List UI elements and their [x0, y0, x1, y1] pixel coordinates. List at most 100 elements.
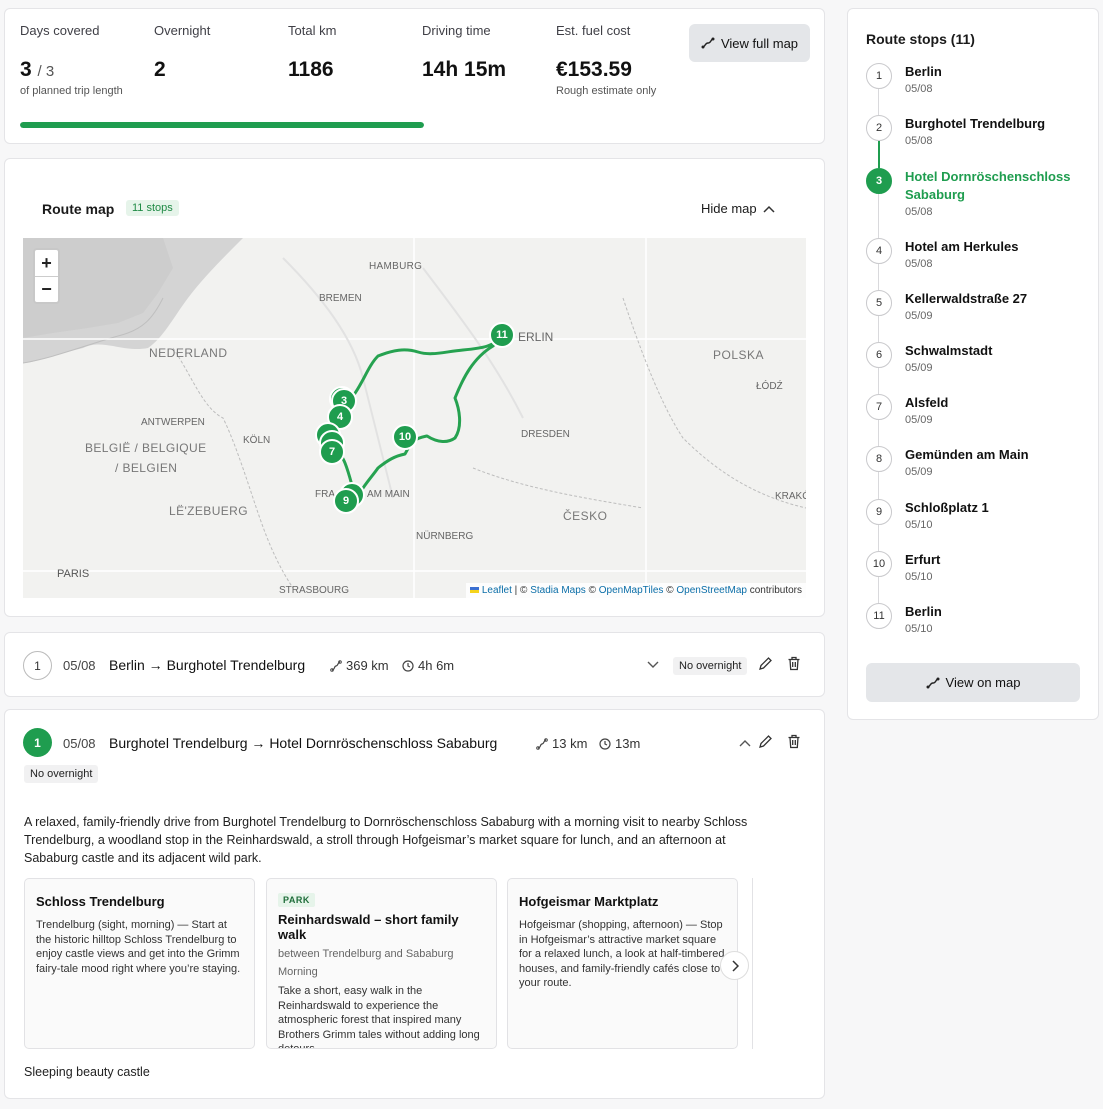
delete-button[interactable] — [785, 732, 803, 750]
route-map-canvas[interactable]: HAMBURG BREMEN NEDERLAND POLSKA ANTWERPE… — [23, 238, 806, 598]
map-marker-7[interactable]: 7 — [319, 439, 345, 465]
stop-name: Hotel am Herkules — [905, 239, 1019, 254]
stop-date: 05/09 — [905, 414, 933, 426]
stop-number: 10 — [866, 551, 892, 577]
map-label-dresden: DRESDEN — [521, 429, 570, 440]
stat-fuel-label: Est. fuel cost — [556, 23, 631, 38]
stat-km-value: 1186 — [288, 58, 334, 81]
stat-km: Total km 1186 — [288, 23, 336, 82]
stat-km-label: Total km — [288, 23, 337, 38]
map-label-hamburg: HAMBURG — [369, 261, 423, 272]
clock-icon — [402, 659, 414, 672]
attribution-sep: © — [663, 585, 677, 596]
day-route-title: Burghotel Trendelburg → Hotel Dornrösche… — [109, 735, 498, 751]
attribution-omt-link[interactable]: OpenMapTiles — [599, 585, 664, 596]
map-label-belgien: / BELGIEN — [115, 461, 178, 475]
zoom-in-button[interactable]: + — [35, 250, 58, 276]
day-route-title: Berlin → Burghotel Trendelburg — [109, 657, 306, 673]
pencil-icon — [758, 656, 772, 670]
route-map-card: Route map 11 stops Hide map HAMBURG BREM… — [4, 158, 825, 617]
stop-number: 11 — [866, 603, 892, 629]
map-marker-10[interactable]: 10 — [392, 424, 418, 450]
map-label-krakow: KRAKÓ — [775, 491, 806, 502]
edit-button[interactable] — [756, 732, 774, 750]
poi-card[interactable]: Hofgeismar Marktplatz Hofgeismar (shoppi… — [507, 878, 738, 1049]
view-on-map-button[interactable]: View on map — [866, 663, 1080, 702]
stop-name: Gemünden am Main — [905, 447, 1029, 462]
day-leg-card-collapsed[interactable]: 1 05/08 Berlin → Burghotel Trendelburg 3… — [4, 632, 825, 697]
day-duration-value: 13m — [615, 736, 641, 751]
stop-name: Kellerwaldstraße 27 — [905, 291, 1028, 306]
route-icon — [536, 737, 548, 750]
stop-number: 9 — [866, 499, 892, 525]
map-attribution: Leaflet | © Stadia Maps © OpenMapTiles ©… — [466, 583, 806, 598]
map-label-strasbourg: STRASBOURG — [279, 585, 350, 596]
day-duration-value: 4h 6m — [418, 658, 455, 673]
delete-button[interactable] — [785, 654, 803, 672]
view-full-map-button[interactable]: View full map — [689, 24, 810, 62]
stop-name: Schwalmstadt — [905, 343, 993, 358]
route-stops-connector — [878, 368, 879, 394]
route-stops-connector — [878, 89, 879, 115]
poi-card[interactable]: PARK Reinhardswald – short family walk b… — [266, 878, 497, 1049]
route-stops-panel: Route stops (11) 1 Berlin 05/08 2 Burghotel … — [847, 8, 1099, 720]
route-stops-connector — [878, 316, 879, 342]
poi-carousel-next-button[interactable] — [720, 951, 749, 980]
zoom-out-button[interactable]: − — [35, 276, 58, 302]
route-stops-connector — [878, 420, 879, 446]
stat-fuel-value: €153.59 — [556, 58, 632, 81]
stop-number: 8 — [866, 446, 892, 472]
stop-number: 1 — [866, 63, 892, 89]
trip-progress-fill — [20, 122, 424, 128]
stop-date: 05/09 — [905, 362, 933, 374]
day-number-badge: 1 — [23, 651, 52, 680]
day-summary: A relaxed, family-friendly drive from Bu… — [24, 815, 748, 865]
route-map-title: Route map — [42, 201, 115, 217]
map-label-paris: PARIS — [57, 568, 90, 580]
stop-name: Schloßplatz 1 — [905, 500, 989, 515]
map-label-lodz: ŁÓDŹ — [756, 381, 783, 392]
attribution-tail: contributors — [746, 585, 802, 596]
stop-date: 05/10 — [905, 623, 933, 635]
hide-map-button[interactable]: Hide map — [701, 201, 775, 216]
map-label-frankfurt-b: AM MAIN — [367, 489, 410, 500]
chevron-up-icon[interactable] — [739, 739, 751, 747]
day-distance: 13 km — [536, 736, 587, 751]
trip-stats-card: Days covered 3 / 3 of planned trip lengt… — [4, 8, 825, 144]
attribution-stadia-link[interactable]: Stadia Maps — [530, 585, 586, 596]
map-label-berlin: ERLIN — [518, 330, 554, 344]
map-label-koln: KÖLN — [243, 435, 271, 446]
chevron-right-icon — [731, 959, 739, 972]
stop-date: 05/10 — [905, 519, 933, 531]
stop-name: Hotel Dornröschenschloss Sababurg — [905, 169, 1071, 202]
attribution-osm-link[interactable]: OpenStreetMap — [676, 585, 747, 596]
route-icon — [330, 659, 342, 672]
stat-overnight-value: 2 — [154, 58, 166, 81]
attribution-leaflet-link[interactable]: Leaflet — [482, 585, 512, 596]
stop-name: Berlin — [905, 64, 942, 79]
map-label-antwerpen: ANTWERPEN — [141, 417, 205, 428]
edit-button[interactable] — [756, 654, 774, 672]
day-date: 05/08 — [63, 658, 96, 673]
map-marker-9[interactable]: 9 — [333, 488, 359, 514]
day-distance-value: 369 km — [346, 658, 389, 673]
overnight-badge: No overnight — [24, 765, 99, 783]
poi-card[interactable]: Schloss Trendelburg Trendelburg (sight, … — [24, 878, 255, 1049]
chevron-down-icon[interactable] — [647, 661, 659, 669]
stop-number: 2 — [866, 115, 892, 141]
stop-date: 05/08 — [905, 206, 933, 218]
stops-count-badge: 11 stops — [126, 200, 179, 216]
poi-category-tag: PARK — [278, 893, 315, 907]
stat-days: Days covered 3 / 3 of planned trip lengt… — [20, 23, 123, 97]
map-label-nurnberg: NÜRNBERG — [416, 531, 474, 542]
stop-name: Alsfeld — [905, 395, 949, 410]
hide-map-label: Hide map — [701, 201, 757, 216]
view-on-map-label: View on map — [945, 675, 1021, 690]
poi-location: between Trendelburg and Sababurg — [278, 948, 454, 960]
trash-icon — [788, 656, 800, 670]
stop-number: 3 — [866, 168, 892, 194]
map-marker-11[interactable]: 11 — [489, 322, 515, 348]
stat-time-label: Driving time — [422, 23, 491, 38]
day-number-badge: 1 — [23, 728, 52, 757]
map-label-nederland: NEDERLAND — [149, 346, 228, 360]
